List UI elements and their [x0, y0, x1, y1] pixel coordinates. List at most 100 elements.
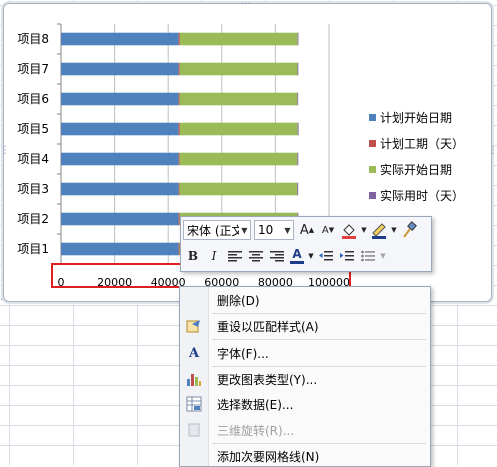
menu-separator	[212, 366, 426, 367]
font-icon: A	[188, 345, 200, 361]
font-name-combo[interactable]: 宋体 (正文) ▼	[183, 220, 251, 240]
menu-item-delete[interactable]: 删除(D)	[180, 289, 430, 311]
chevron-down-icon[interactable]: ▼	[307, 246, 315, 266]
bar-segment	[179, 92, 298, 106]
chart-type-icon	[184, 369, 204, 389]
bar-segment	[61, 182, 179, 196]
legend-item: 实际开始日期	[369, 156, 489, 182]
legend-swatch	[369, 113, 376, 121]
chevron-down-icon[interactable]: ▼	[390, 220, 398, 240]
category-label: 项目7	[17, 62, 49, 76]
bar-segment	[297, 122, 299, 136]
select-data-icon	[184, 394, 204, 414]
legend-swatch	[369, 165, 376, 173]
legend-swatch	[369, 139, 376, 147]
bar-segment	[297, 62, 299, 76]
legend-label: 实际开始日期	[380, 162, 453, 177]
italic-label: I	[211, 249, 217, 263]
menu-item-label: 添加次要网格线(N)	[217, 449, 320, 464]
menu-separator	[212, 339, 426, 340]
menu-item-label: 三维旋转(R)...	[217, 423, 295, 438]
align-center-icon[interactable]	[246, 246, 266, 266]
bar-segment	[178, 32, 180, 46]
category-label: 项目4	[17, 152, 49, 166]
outline-color-icon[interactable]	[369, 220, 389, 240]
category-label: 项目8	[17, 32, 49, 46]
bar-segment	[61, 152, 179, 166]
bar-segment	[61, 212, 179, 226]
menu-separator	[212, 313, 426, 314]
category-label: 项目1	[17, 242, 49, 256]
italic-button[interactable]: I	[204, 246, 224, 266]
menu-item-reset-style[interactable]: 重设以匹配样式(A)	[180, 315, 430, 337]
menu-item-label: 更改图表类型(Y)...	[217, 372, 318, 387]
font-size-combo[interactable]: 10 ▼	[254, 220, 294, 240]
mini-format-toolbar: 宋体 (正文) ▼ 10 ▼ A▲ A▼ ▼ ▼ B I	[180, 216, 432, 272]
legend-swatch	[369, 191, 376, 199]
font-name-value: 宋体 (正文)	[187, 223, 239, 238]
menu-item-select-data[interactable]: 选择数据(E)...	[180, 393, 430, 415]
chevron-down-icon: ▼	[380, 252, 386, 260]
bullets-icon	[358, 246, 378, 266]
legend-item: 实际用时（天）	[369, 182, 489, 208]
bar-segment	[179, 182, 298, 196]
bar-segment	[61, 242, 179, 256]
legend-label: 计划开始日期	[380, 110, 453, 125]
bar-segment	[297, 92, 299, 106]
bar-segment	[178, 152, 180, 166]
menu-item-3d-rotation: 三维旋转(R)...	[180, 419, 430, 441]
category-label: 项目5	[17, 122, 49, 136]
category-label: 项目3	[17, 182, 49, 196]
bar-segment	[297, 182, 299, 196]
rotate-3d-icon	[184, 420, 204, 440]
reset-style-icon	[184, 316, 204, 336]
shrink-font-icon[interactable]: A ▼	[318, 220, 338, 240]
bold-label: B	[187, 249, 199, 263]
font-color-swatch	[290, 261, 304, 264]
font-color-button[interactable]: A	[288, 246, 306, 266]
chevron-down-icon[interactable]: ▼	[239, 221, 250, 239]
bar-segment	[178, 122, 180, 136]
align-left-icon[interactable]	[225, 246, 245, 266]
menu-item-label: 选择数据(E)...	[217, 397, 294, 412]
menu-item-font[interactable]: A 字体(F)...	[180, 342, 430, 364]
menu-item-label: 字体(F)...	[217, 346, 269, 361]
chevron-down-icon[interactable]: ▼	[282, 221, 293, 239]
bar-segment	[178, 182, 180, 196]
bar-segment	[297, 152, 299, 166]
context-menu: 删除(D) 重设以匹配样式(A) A 字体(F)... 更改图表类型(Y)...…	[179, 286, 431, 467]
bar-segment	[61, 92, 179, 106]
legend-item: 计划工期（天）	[369, 130, 489, 156]
font-color-label: A	[292, 247, 302, 261]
chart-legend[interactable]: 计划开始日期 计划工期（天） 实际开始日期 实际用时（天）	[369, 104, 489, 208]
bar-segment	[297, 32, 299, 46]
bold-button[interactable]: B	[183, 246, 203, 266]
legend-label: 实际用时（天）	[380, 188, 465, 203]
legend-item: 计划开始日期	[369, 104, 489, 130]
bar-segment	[179, 32, 298, 46]
menu-item-label: 重设以匹配样式(A)	[217, 319, 319, 334]
menu-item-label: 删除(D)	[217, 293, 260, 308]
bar-segment	[179, 152, 298, 166]
category-label: 项目6	[17, 92, 49, 106]
font-size-value: 10	[258, 223, 274, 237]
category-label: 项目2	[17, 212, 49, 226]
bar-segment	[178, 92, 180, 106]
menu-item-change-chart-type[interactable]: 更改图表类型(Y)...	[180, 368, 430, 390]
bar-segment	[179, 122, 298, 136]
increase-indent-icon[interactable]	[337, 246, 357, 266]
align-right-icon[interactable]	[267, 246, 287, 266]
chevron-down-icon[interactable]: ▼	[360, 220, 368, 240]
bar-segment	[61, 62, 179, 76]
decrease-indent-icon[interactable]	[316, 246, 336, 266]
bar-segment	[61, 32, 179, 46]
menu-item-add-minor-gridlines[interactable]: 添加次要网格线(N)	[180, 445, 430, 466]
format-painter-icon[interactable]	[399, 220, 419, 240]
menu-separator	[212, 443, 426, 444]
bar-segment	[61, 122, 179, 136]
bar-segment	[178, 62, 180, 76]
fill-color-icon[interactable]	[339, 220, 359, 240]
bar-segment	[179, 62, 298, 76]
grow-font-icon[interactable]: A ▲	[297, 220, 317, 240]
legend-label: 计划工期（天）	[380, 136, 465, 151]
